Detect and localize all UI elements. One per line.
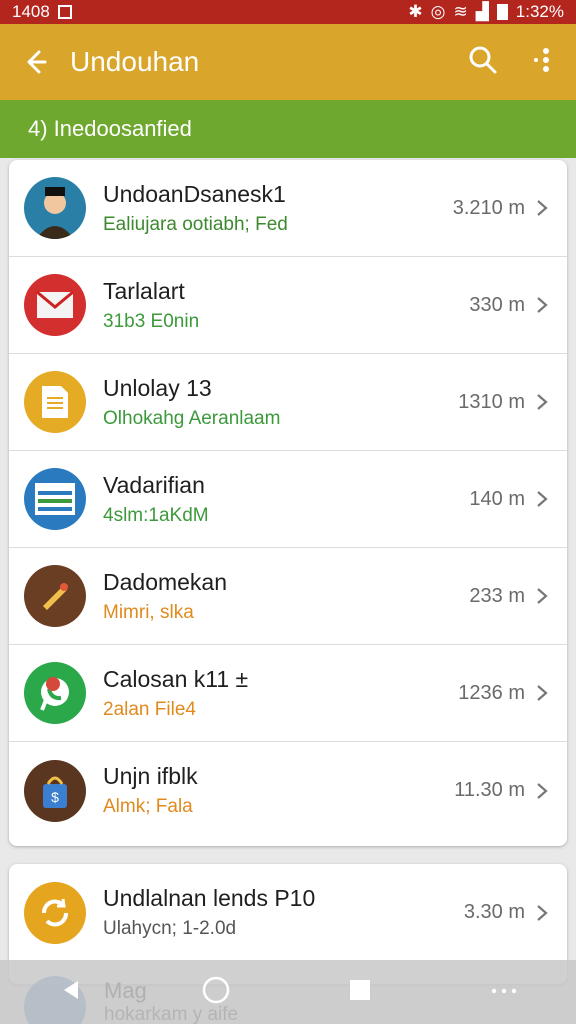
chevron-right-icon xyxy=(535,903,557,923)
list-item[interactable]: Undlalnan lends P10 Ulahycn; 1-2.0d 3.30… xyxy=(9,864,567,961)
page-title: Undouhan xyxy=(70,46,200,77)
list-item[interactable]: Calosan k11 ± 2alan File4 1236 m xyxy=(9,645,567,742)
item-size: 1310 m xyxy=(458,390,525,413)
more-horiz-icon xyxy=(491,988,516,994)
status-bar: 1408 ✱ ◎ ≋ ▟ 1:32% xyxy=(0,0,576,24)
back-button[interactable] xyxy=(0,48,70,76)
item-title: Undlalnan lends P10 xyxy=(103,885,316,911)
document-icon xyxy=(24,371,86,433)
item-title: UndoanDsanesk1 xyxy=(103,180,286,207)
system-navigation-bar xyxy=(0,960,576,1024)
pencil-icon xyxy=(24,565,86,627)
shopping-bag-icon: $ xyxy=(24,759,86,822)
list-item[interactable]: Dadomekan Mimri, slka 233 m xyxy=(9,548,567,645)
item-size: 330 m xyxy=(469,293,525,316)
signal-icon: ▟ xyxy=(475,2,489,21)
item-size: 3.210 m xyxy=(452,196,525,219)
item-subtitle: Ulahycn; 1-2.0d xyxy=(103,918,237,939)
list-item[interactable]: Vadarifian 4slm:1aKdM 140 m xyxy=(9,451,567,548)
more-vert-icon xyxy=(534,47,549,72)
chevron-right-icon xyxy=(535,295,557,315)
chevron-right-icon xyxy=(535,198,557,218)
item-size: 233 m xyxy=(469,584,525,607)
search-button[interactable] xyxy=(468,45,498,80)
chevron-right-icon xyxy=(535,586,557,606)
window-icon xyxy=(24,468,86,530)
item-title: Dadomekan xyxy=(103,568,228,595)
item-subtitle: Ealiujara ootiabh; Fed xyxy=(103,213,288,235)
whatsapp-icon xyxy=(24,662,86,724)
item-title: Unjn ifblk xyxy=(103,763,198,789)
list-item[interactable]: Tarlalart 31b3 E0nin 330 m xyxy=(9,257,567,354)
recents-square-icon xyxy=(350,979,371,1000)
list-item[interactable]: Unlolay 13 Olhokahg Aeranlaam 1310 m xyxy=(9,354,567,451)
nav-menu-button[interactable] xyxy=(490,983,518,1001)
section-banner[interactable]: 4) Inedoosanfied xyxy=(0,100,576,158)
status-time-left: 1408 xyxy=(12,2,50,21)
list-item[interactable]: UndoanDsanesk1 Ealiujara ootiabh; Fed 3.21… xyxy=(9,160,567,257)
mail-icon xyxy=(24,274,86,336)
item-size: 140 m xyxy=(469,487,525,510)
nav-back-icon xyxy=(64,980,79,999)
nav-recents-button[interactable] xyxy=(347,977,373,1008)
item-size: 1236 m xyxy=(458,681,525,704)
list-item[interactable]: $ Unjn ifblk Almk; Fala 11.30 m xyxy=(9,742,567,839)
item-subtitle: 2alan File4 xyxy=(103,698,196,720)
search-icon xyxy=(469,46,497,73)
sync-icon xyxy=(24,881,86,944)
notification-icon xyxy=(57,5,72,19)
item-subtitle: Almk; Fala xyxy=(103,796,193,817)
status-time-right: 1:32% xyxy=(515,2,564,21)
item-size: 11.30 m xyxy=(454,779,525,801)
battery-icon xyxy=(496,4,508,20)
chevron-right-icon xyxy=(535,683,557,703)
bluetooth-icon: ✱ xyxy=(408,2,423,21)
item-subtitle: 31b3 E0nin xyxy=(103,310,200,332)
item-title: Tarlalart xyxy=(103,277,185,304)
nav-home-button[interactable] xyxy=(201,975,231,1010)
item-subtitle: Mimri, slka xyxy=(103,601,194,623)
wifi-icon: ≋ xyxy=(453,2,468,21)
item-subtitle: Olhokahg Aeranlaam xyxy=(103,407,281,429)
item-size: 3.30 m xyxy=(463,901,525,923)
avatar-icon xyxy=(24,177,86,239)
item-title: Vadarifian xyxy=(103,471,205,498)
chevron-right-icon xyxy=(535,781,557,801)
more-options-button[interactable] xyxy=(532,45,552,80)
nav-back-button[interactable] xyxy=(58,977,84,1008)
app-bar: Undouhan xyxy=(0,24,576,100)
item-title: Unlolay 13 xyxy=(103,374,212,401)
item-subtitle: 4slm:1aKdM xyxy=(103,504,209,526)
alarm-icon: ◎ xyxy=(430,2,446,21)
downloads-list-card: UndoanDsanesk1 Ealiujara ootiabh; Fed 3.21… xyxy=(9,160,567,846)
home-circle-icon xyxy=(202,976,229,1003)
chevron-right-icon xyxy=(535,489,557,509)
banner-label: 4) Inedoosanfied xyxy=(28,116,192,141)
svg-text:$: $ xyxy=(51,789,59,805)
item-title: Calosan k11 ± xyxy=(103,665,249,692)
chevron-right-icon xyxy=(535,392,557,412)
back-arrow-icon xyxy=(27,50,47,74)
